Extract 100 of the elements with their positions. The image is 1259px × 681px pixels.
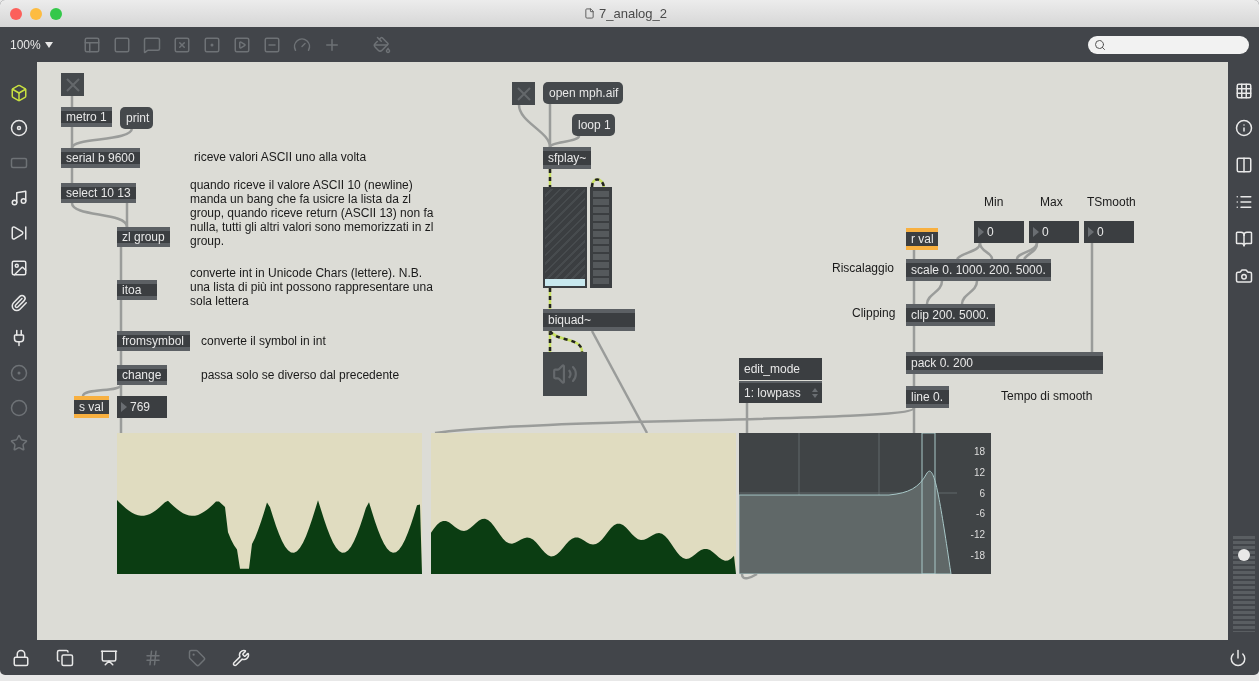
triangle-icon (1087, 226, 1095, 238)
minus-square-icon[interactable] (262, 35, 281, 54)
object-box[interactable]: scale 0. 1000. 200. 5000. (906, 259, 1051, 281)
windows-icon[interactable] (56, 648, 74, 667)
triangle-icon (977, 226, 985, 238)
maximize-button[interactable] (50, 7, 62, 20)
patch-cord (119, 247, 123, 280)
number-box[interactable]: 0 (974, 221, 1024, 243)
cross-icon (64, 76, 81, 93)
send-receive-box[interactable]: r val (906, 228, 938, 250)
object-box[interactable]: change (117, 365, 167, 385)
axis-label: 18 (973, 445, 986, 457)
comment: riceve valori ASCII uno alla volta (194, 150, 367, 164)
message-box[interactable]: loop 1 (572, 114, 615, 136)
triangle-icon (120, 401, 128, 413)
paperclip-icon[interactable] (9, 294, 28, 312)
object-box[interactable]: metro 1 (61, 107, 112, 127)
number-box[interactable]: 0 (1029, 221, 1079, 243)
label-box: edit_mode (739, 358, 822, 380)
axis-label: 6 (979, 487, 986, 499)
circle-icon[interactable] (9, 399, 28, 417)
lock-icon[interactable] (12, 648, 30, 667)
power-icon[interactable] (1229, 648, 1247, 667)
slider-thumb[interactable] (545, 279, 585, 286)
object-box[interactable]: biquad~ (543, 309, 635, 331)
cross-icon (515, 85, 532, 102)
cube-icon[interactable] (9, 84, 28, 102)
toggle[interactable] (512, 82, 535, 105)
object-box[interactable]: select 10 13 (61, 183, 136, 203)
object-box[interactable]: line 0. (906, 386, 949, 408)
comment: Min (984, 195, 1004, 209)
caret-icon (44, 41, 53, 48)
patch-cord (912, 281, 916, 304)
comment: TSmooth (1087, 195, 1136, 209)
object-box[interactable]: itoa (117, 280, 157, 300)
cross-square-icon[interactable] (172, 35, 191, 54)
search-icon (1094, 38, 1106, 51)
play-icon[interactable] (9, 224, 28, 242)
axis-label: -18 (970, 550, 986, 562)
comment: converte int in Unicode Chars (lettere). N.B. una lista di più int possono rappresentare una sola lettera (190, 266, 434, 308)
list-icon[interactable] (1234, 193, 1253, 211)
search-field[interactable] (1088, 35, 1249, 54)
number-box[interactable]: 769 (117, 396, 167, 418)
zoom-menu[interactable]: 100% (10, 37, 41, 52)
comment: converte il symbol in int (201, 334, 326, 348)
send-receive-box[interactable]: s val (74, 396, 109, 418)
image-icon[interactable] (9, 259, 28, 277)
grid-icon[interactable] (1234, 82, 1253, 100)
music-note-icon[interactable] (9, 189, 28, 207)
info-icon[interactable] (1234, 119, 1253, 137)
comment: Clipping (852, 306, 896, 320)
toggle[interactable] (61, 73, 84, 96)
gain-slider[interactable] (543, 187, 587, 288)
message-box[interactable]: print (120, 107, 153, 129)
comment: quando riceve il valore ASCII 10 (newline) manda un bang che fa usicre la lista da zl group, quando riceve return (ASCII 13) non fa nulla, tutti gli altri valori sono memorizzati in zl group. (190, 178, 435, 248)
speaker-button[interactable] (543, 352, 587, 396)
camera-icon[interactable] (1234, 267, 1253, 285)
patch-cord (548, 288, 552, 309)
patch-cord (960, 280, 979, 305)
object-box[interactable]: fromsymbol (117, 331, 190, 351)
object-box[interactable]: clip 200. 5000. (906, 304, 995, 326)
speaker-icon (552, 361, 578, 387)
patch-cord (740, 572, 758, 580)
object-box[interactable]: serial b 9600 (61, 148, 140, 168)
object-box[interactable]: sfplay~ (543, 147, 591, 169)
updown-icon (811, 386, 819, 400)
slider-thumb[interactable] (1237, 548, 1250, 561)
minimize-button[interactable] (30, 7, 42, 20)
target-icon[interactable] (9, 119, 28, 137)
object-box[interactable]: pack 0. 200 (906, 352, 1103, 374)
close-button[interactable] (10, 7, 22, 20)
axis-label: -6 (976, 508, 986, 520)
dropdown-menu[interactable]: 1: lowpass (739, 381, 822, 403)
circle-icon[interactable] (9, 364, 28, 382)
patch-cord (119, 300, 123, 331)
filter-graph[interactable]: 18 12 6 -6 -12 -18 (739, 433, 991, 574)
presentation-icon[interactable] (100, 648, 118, 667)
patch-cord (925, 280, 944, 305)
axis-label: 12 (973, 466, 986, 478)
star-icon[interactable] (9, 434, 28, 452)
volume-slider[interactable] (1232, 536, 1255, 632)
axis-label: -12 (970, 529, 986, 541)
wrench-icon[interactable] (232, 648, 250, 667)
comment: passa solo se diverso dal precedente (201, 368, 400, 382)
paint-bucket-icon[interactable] (372, 35, 391, 54)
panel-icon[interactable] (82, 35, 101, 54)
book-icon[interactable] (1234, 230, 1253, 248)
message-box[interactable]: open mph.aif (543, 82, 623, 104)
speech-bubble-icon[interactable] (142, 35, 161, 54)
comment: Tempo di smooth (1001, 389, 1093, 403)
square-icon[interactable] (112, 35, 131, 54)
object-box[interactable]: zl group (117, 227, 170, 247)
window-title: 7_analog_2 (599, 6, 667, 21)
dot-square-icon[interactable] (202, 35, 221, 54)
dial-icon[interactable] (292, 35, 311, 54)
columns-icon[interactable] (1234, 156, 1253, 174)
document-icon (584, 8, 595, 19)
number-box[interactable]: 0 (1084, 221, 1134, 243)
tag-icon[interactable] (188, 648, 206, 667)
play-square-icon[interactable] (232, 35, 251, 54)
